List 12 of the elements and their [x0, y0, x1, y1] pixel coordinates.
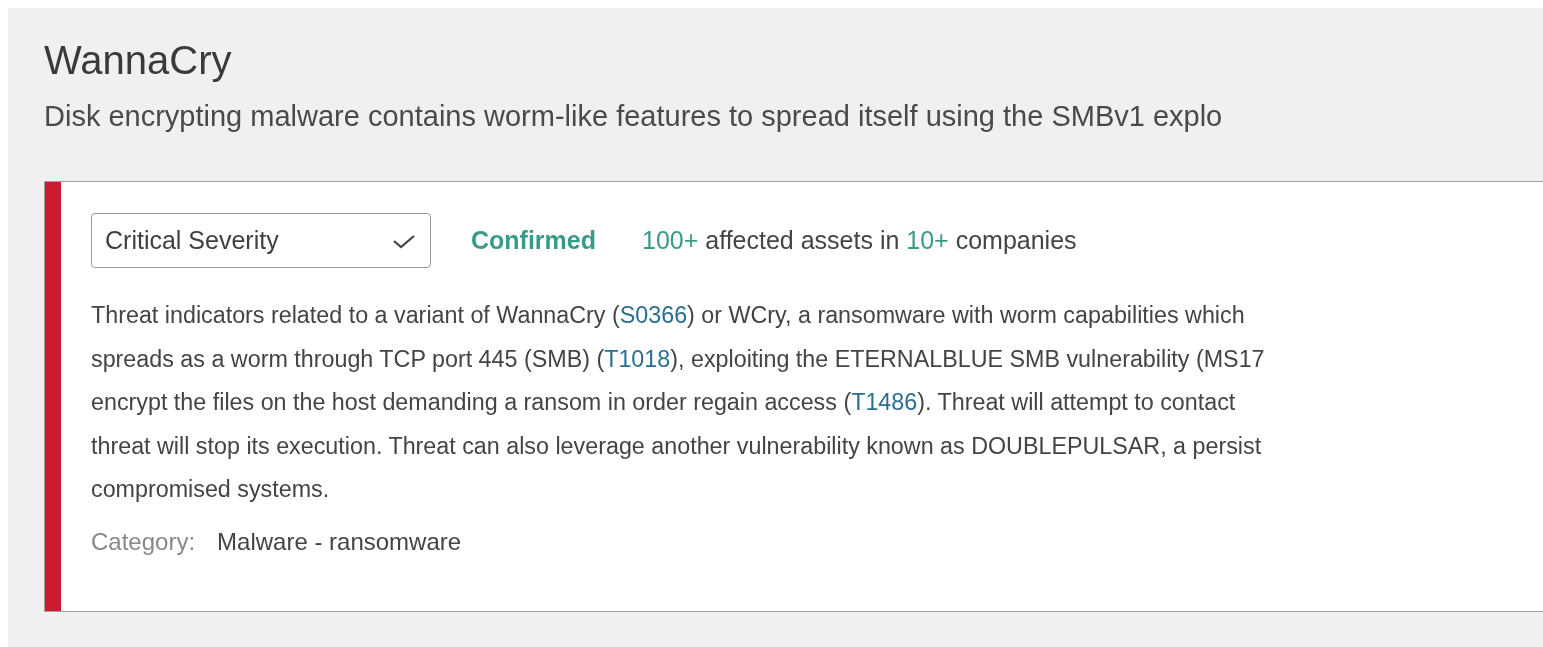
- technique-link[interactable]: T1018: [604, 345, 671, 372]
- status-label: Confirmed: [471, 226, 596, 255]
- technique-link[interactable]: T1486: [851, 389, 918, 415]
- category-label: Category:: [91, 527, 196, 556]
- threat-description: Threat indicators related to a variant of WannaCry (S0366) or WCry, a ransomware with worm capabilities which spreads as a worm through TCP port 445 (SMB) (T1018), exploiting the ETERNALBLUE SMB vulnerability (MS17 encrypt the files on the host demanding a ransom in order regain access (T1486). Threat will attempt to contact threat will stop its execution. Threat can also leverage another vulnerability known as DOUBLEPULSAR, a persist compromised systems.: [91, 301, 1265, 504]
- severity-select[interactable]: Critical Severity: [91, 213, 431, 268]
- check-icon: [392, 232, 416, 249]
- category-value: Malware - ransomware: [217, 527, 462, 556]
- threat-title: WannaCry: [44, 37, 233, 84]
- threat-summary: Disk encrypting malware contains worm-like features to spread itself using the SMBv1 explo: [44, 100, 1224, 133]
- technique-link[interactable]: S0366: [619, 302, 688, 328]
- affected-stats: 100+ affected assets in 10+ companies: [642, 226, 1077, 255]
